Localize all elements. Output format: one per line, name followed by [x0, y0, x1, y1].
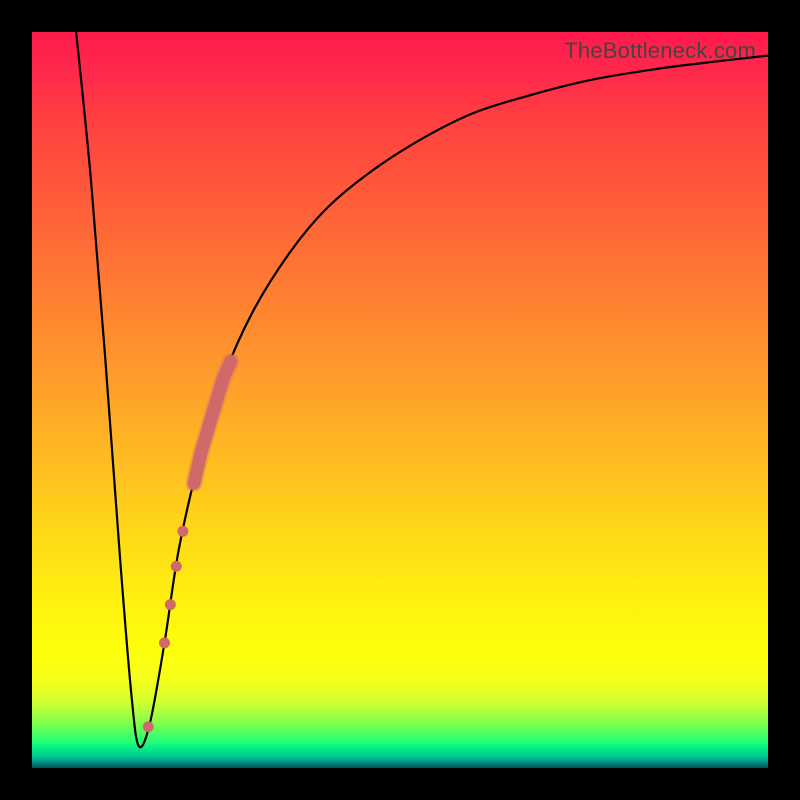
highlight-dot [143, 721, 154, 732]
highlight-dot-bottom [143, 721, 154, 732]
highlight-dot [159, 637, 170, 648]
highlight-dot [171, 561, 182, 572]
plot-area: TheBottleneck.com [32, 32, 768, 768]
highlight-dot [177, 526, 188, 537]
chart-svg [32, 32, 768, 768]
highlight-segment-upper [194, 361, 231, 483]
highlight-dot [165, 599, 176, 610]
chart-frame: TheBottleneck.com [0, 0, 800, 800]
bottleneck-curve-path [76, 32, 768, 747]
